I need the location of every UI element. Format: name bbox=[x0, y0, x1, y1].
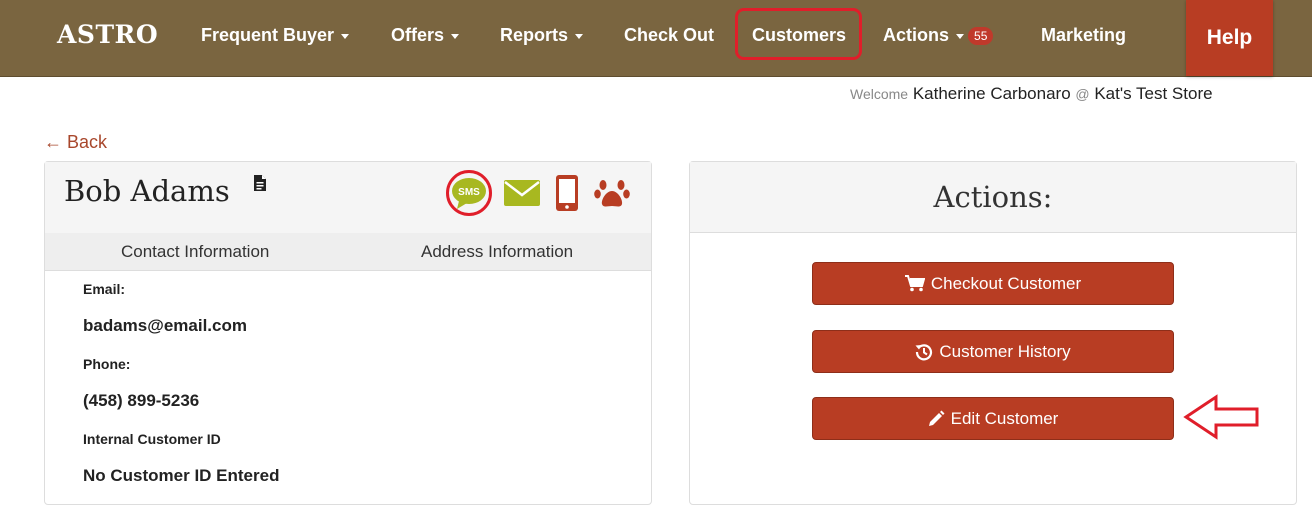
edit-customer-button[interactable]: Edit Customer bbox=[812, 397, 1174, 440]
back-label: Back bbox=[67, 132, 108, 152]
help-button[interactable]: Help bbox=[1186, 0, 1273, 76]
customer-history-button[interactable]: Customer History bbox=[812, 330, 1174, 373]
welcome-store: Kat's Test Store bbox=[1094, 84, 1213, 103]
actions-panel-header: Actions: bbox=[690, 162, 1296, 233]
email-icon[interactable] bbox=[504, 180, 540, 206]
nav-actions[interactable]: Actions 55 bbox=[883, 25, 994, 46]
edit-customer-label: Edit Customer bbox=[950, 408, 1059, 428]
customer-id-value: No Customer ID Entered bbox=[83, 466, 280, 485]
phone-value: (458) 899-5236 bbox=[83, 391, 200, 410]
tab-contact-information[interactable]: Contact Information bbox=[121, 242, 269, 262]
checkout-customer-button[interactable]: Checkout Customer bbox=[812, 262, 1174, 305]
nav-label: Marketing bbox=[1041, 25, 1127, 45]
actions-title: Actions: bbox=[933, 180, 1053, 214]
chevron-down-icon bbox=[341, 33, 350, 39]
arrow-left-icon: ← bbox=[44, 132, 62, 152]
document-icon[interactable] bbox=[253, 174, 267, 192]
email-label: Email: bbox=[83, 281, 126, 297]
contact-icons: SMS bbox=[446, 170, 630, 216]
welcome-prefix: Welcome bbox=[850, 86, 909, 102]
welcome-user: Katherine Carbonaro bbox=[912, 84, 1071, 103]
edit-customer-arrow-annotation bbox=[1183, 394, 1259, 440]
sms-highlight-annotation bbox=[446, 170, 492, 216]
top-navbar: ASTRO Frequent Buyer Offers Reports Chec… bbox=[0, 0, 1312, 77]
chevron-down-icon bbox=[451, 33, 460, 39]
customers-highlight-annotation bbox=[735, 8, 862, 60]
customer-name: Bob Adams bbox=[64, 174, 230, 208]
actions-count-badge: 55 bbox=[968, 27, 994, 46]
astro-logo[interactable]: ASTRO bbox=[57, 20, 158, 49]
sms-icon[interactable]: SMS bbox=[446, 170, 492, 216]
customer-id-label: Internal Customer ID bbox=[83, 431, 221, 447]
nav-check-out[interactable]: Check Out bbox=[624, 25, 714, 46]
paw-icon[interactable] bbox=[594, 177, 630, 209]
nav-label: Offers bbox=[391, 25, 445, 45]
nav-frequent-buyer[interactable]: Frequent Buyer bbox=[201, 25, 350, 46]
chevron-down-icon bbox=[956, 33, 965, 39]
customer-panel: Bob Adams SMS Contact Information Addres… bbox=[44, 161, 652, 505]
customer-panel-header: Bob Adams SMS bbox=[45, 162, 651, 234]
nav-reports[interactable]: Reports bbox=[500, 25, 584, 46]
nav-label: Reports bbox=[500, 25, 569, 45]
welcome-at: @ bbox=[1075, 86, 1090, 102]
actions-panel: Actions: Checkout Customer Customer Hist… bbox=[689, 161, 1297, 505]
back-link[interactable]: ← Back bbox=[44, 132, 107, 153]
phone-label: Phone: bbox=[83, 356, 131, 372]
customer-history-label: Customer History bbox=[939, 341, 1071, 361]
nav-label: Check Out bbox=[624, 25, 715, 45]
welcome-message: Welcome Katherine Carbonaro @ Kat's Test… bbox=[850, 84, 1213, 104]
mobile-icon[interactable] bbox=[556, 175, 578, 211]
tab-address-information[interactable]: Address Information bbox=[421, 242, 573, 262]
pencil-icon bbox=[928, 410, 945, 426]
nav-marketing[interactable]: Marketing bbox=[1041, 25, 1126, 46]
chevron-down-icon bbox=[575, 33, 584, 39]
email-value: badams@email.com bbox=[83, 316, 247, 335]
history-icon bbox=[915, 343, 933, 360]
nav-label: Frequent Buyer bbox=[201, 25, 335, 45]
customer-info-tabs: Contact Information Address Information bbox=[45, 233, 651, 271]
nav-offers[interactable]: Offers bbox=[391, 25, 460, 46]
nav-label: Actions bbox=[883, 25, 950, 45]
cart-icon bbox=[904, 275, 925, 292]
checkout-customer-label: Checkout Customer bbox=[930, 273, 1082, 293]
